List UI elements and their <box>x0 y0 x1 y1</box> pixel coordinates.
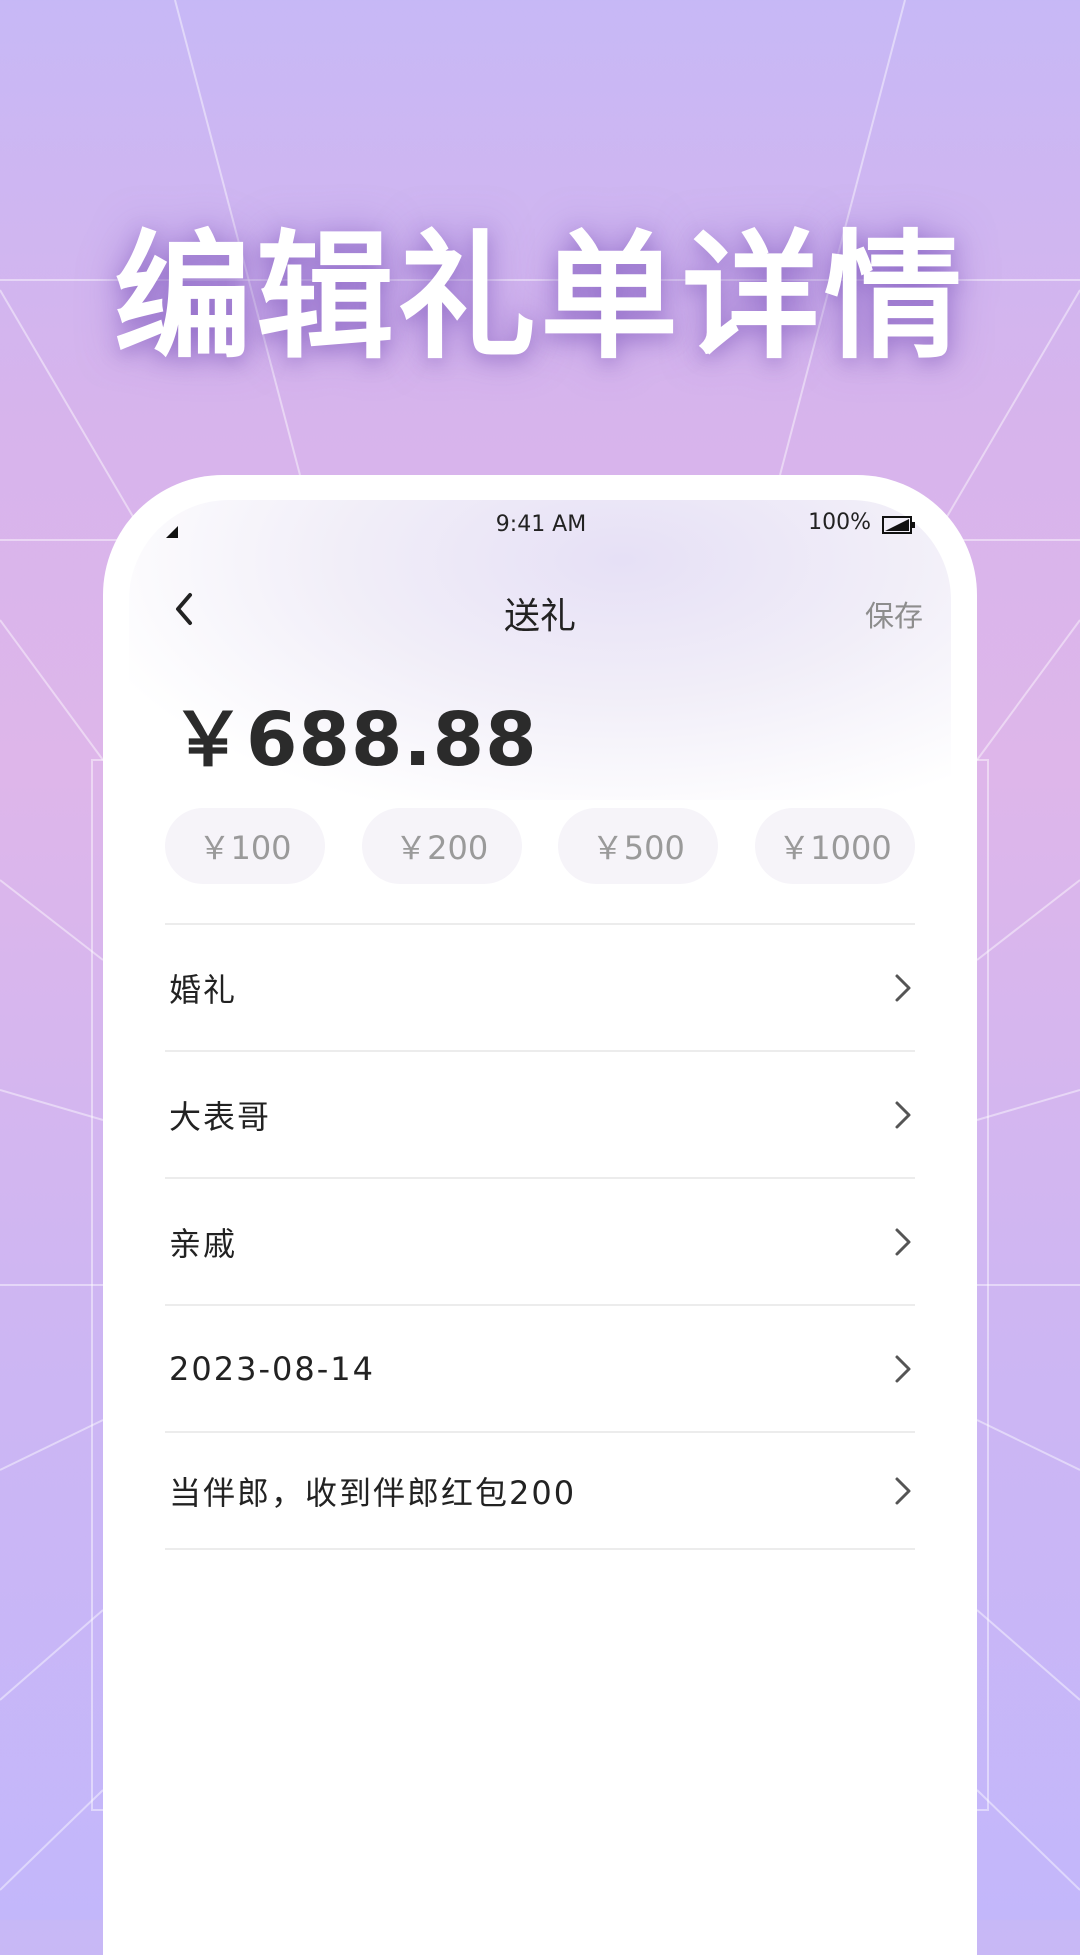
status-bar: 9:41 AM 100% <box>166 510 916 550</box>
field-row-person[interactable]: 大表哥 <box>165 1052 915 1179</box>
amount-display[interactable]: ￥688.88 <box>171 680 538 787</box>
field-value: 大表哥 <box>169 1097 272 1136</box>
field-value: 当伴郎，收到伴郎红包200 <box>169 1473 577 1512</box>
quick-amount-chip[interactable]: ￥100 <box>165 808 325 884</box>
chevron-right-icon <box>895 974 911 1001</box>
battery-icon <box>882 516 915 534</box>
field-row-relationship[interactable]: 亲戚 <box>165 1179 915 1306</box>
save-button[interactable]: 保存 <box>865 593 923 635</box>
field-row-note[interactable]: 当伴郎，收到伴郎红包200 <box>165 1433 915 1550</box>
field-row-date[interactable]: 2023-08-14 <box>165 1306 915 1433</box>
field-value: 婚礼 <box>169 970 238 1009</box>
quick-amount-chip[interactable]: ￥1000 <box>754 808 915 884</box>
navigation-bar: 送礼 保存 <box>143 575 937 645</box>
quick-amount-options: ￥100 ￥200 ￥500 ￥1000 <box>165 808 915 884</box>
chevron-right-icon <box>895 1477 911 1504</box>
quick-amount-chip[interactable]: ￥200 <box>361 808 522 884</box>
battery-percentage: 100% <box>808 510 871 535</box>
chevron-right-icon <box>895 1101 911 1128</box>
field-value: 2023-08-14 <box>169 1349 375 1388</box>
page-title: 送礼 <box>503 596 576 637</box>
chevron-right-icon <box>895 1355 911 1382</box>
field-value: 亲戚 <box>169 1224 238 1263</box>
status-time: 9:41 AM <box>495 512 587 537</box>
field-row-event[interactable]: 婚礼 <box>165 925 915 1052</box>
detail-list: 婚礼 大表哥 亲戚 2023-08-14 当伴郎，收到伴郎红包200 <box>165 923 915 1550</box>
promo-headline: 编辑礼单详情 <box>113 217 966 378</box>
phone-screen: 9:41 AM 100% 送礼 保存 ￥688.88 ￥100 ￥200 ￥50… <box>103 475 977 1955</box>
chevron-right-icon <box>895 1228 911 1255</box>
quick-amount-chip[interactable]: ￥500 <box>558 808 719 884</box>
